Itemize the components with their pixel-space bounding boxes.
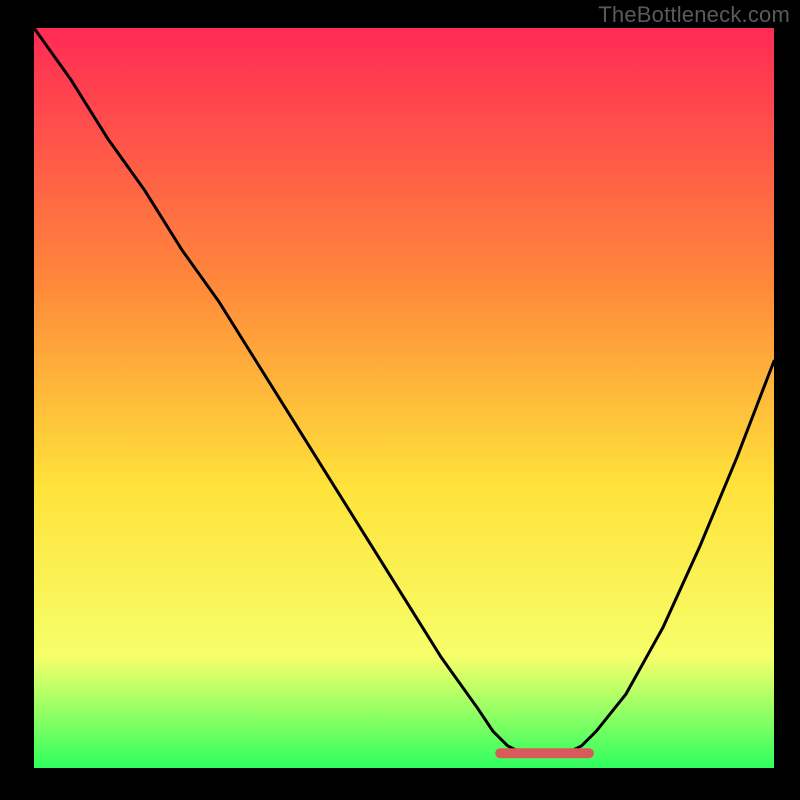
chart-stage: TheBottleneck.com [0, 0, 800, 800]
bottleneck-chart [0, 0, 800, 800]
gradient-background [34, 28, 774, 768]
